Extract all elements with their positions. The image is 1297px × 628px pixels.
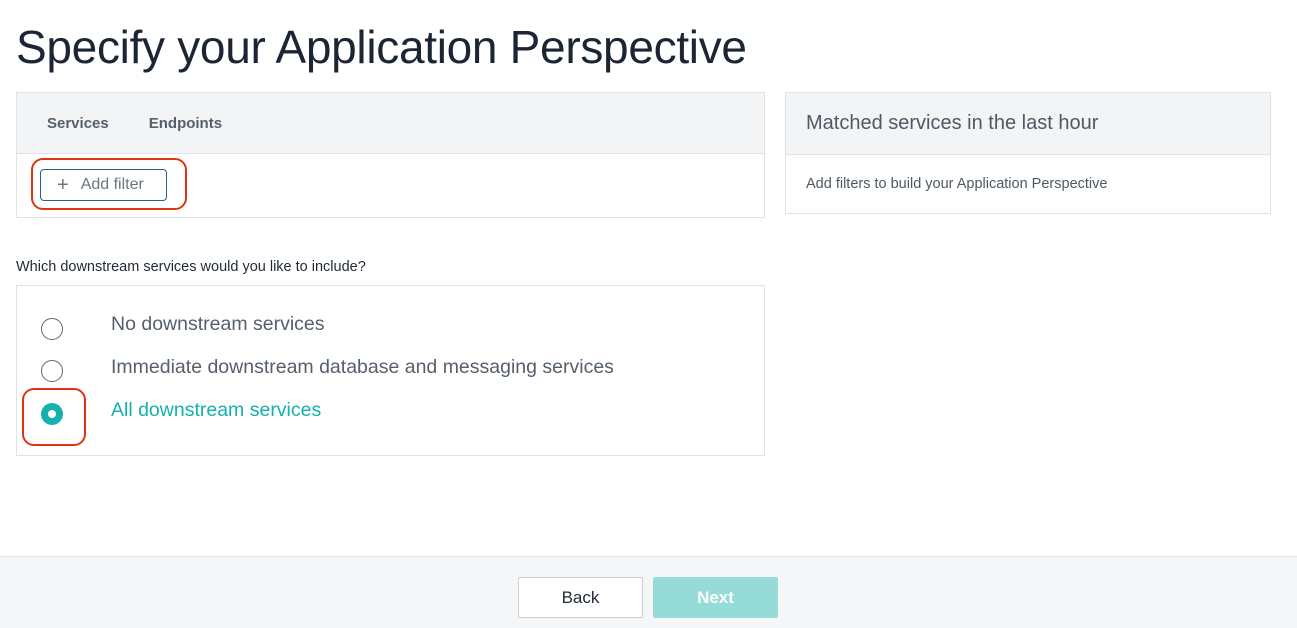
option-label-all-downstream[interactable]: All downstream services [111,399,321,422]
add-filter-button[interactable]: + Add filter [40,169,167,201]
radio-no-downstream[interactable] [41,318,63,340]
radio-all-downstream[interactable] [41,403,63,425]
filter-panel: Services Endpoints + Add filter [16,92,765,218]
option-label-no-downstream[interactable]: No downstream services [111,313,325,336]
page: Specify your Application Perspective Ser… [0,0,1297,628]
matched-services-title: Matched services in the last hour [786,93,1270,155]
filter-body: + Add filter [17,154,764,218]
option-label-immediate-downstream[interactable]: Immediate downstream database and messag… [111,356,614,379]
page-title: Specify your Application Perspective [16,21,747,73]
filter-tabs: Services Endpoints [17,93,764,154]
tab-endpoints[interactable]: Endpoints [149,115,222,132]
matched-services-message: Add filters to build your Application Pe… [806,176,1108,192]
downstream-options-panel: No downstream services Immediate downstr… [16,285,765,456]
matched-services-panel: Matched services in the last hour Add fi… [785,92,1271,214]
next-button[interactable]: Next [653,577,778,618]
tab-services[interactable]: Services [47,115,109,132]
back-button[interactable]: Back [518,577,643,618]
plus-icon: + [57,174,69,196]
footer: Back Next [0,556,1297,628]
downstream-question: Which downstream services would you like… [16,259,366,275]
radio-immediate-downstream[interactable] [41,360,63,382]
add-filter-label: Add filter [80,176,144,193]
radio-selected-dot [48,410,56,418]
